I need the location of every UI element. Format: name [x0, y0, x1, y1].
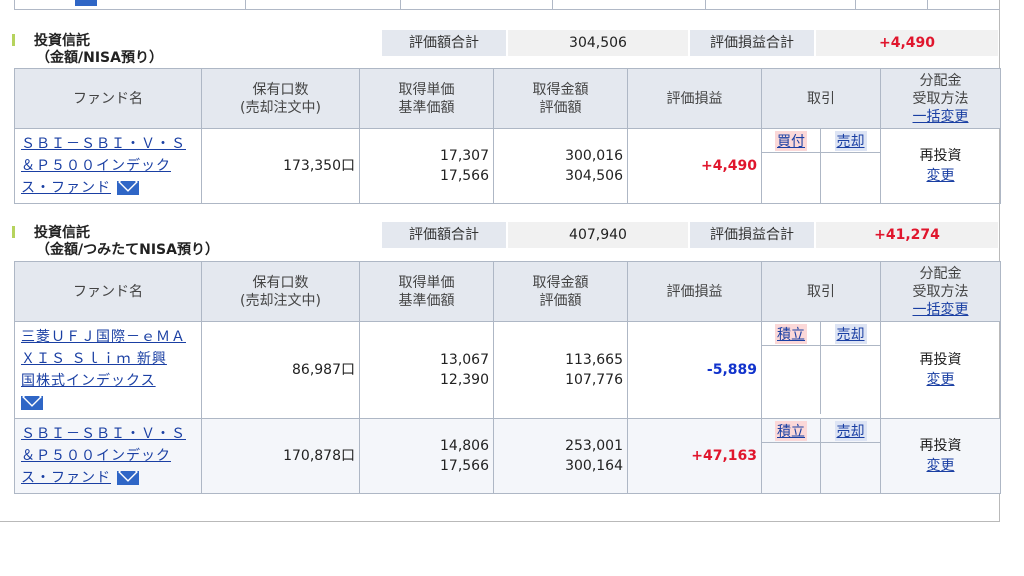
- col-quantity: 保有口数 (売却注文中): [201, 261, 360, 322]
- profit-loss-cell: +47,163: [627, 418, 762, 494]
- col-profit-loss: 評価損益: [627, 68, 762, 129]
- mail-icon[interactable]: [117, 471, 139, 485]
- bulk-change-link[interactable]: 一括変更: [913, 109, 969, 125]
- profit-loss-cell: -5,889: [627, 321, 762, 419]
- fund-name-cell: ＳＢＩ－ＳＢＩ・Ｖ・Ｓ ＆Ｐ５００インデック ス・ファンド: [14, 418, 202, 494]
- sell-button[interactable]: 売却: [834, 131, 867, 151]
- pl-total-value: +41,274: [816, 222, 998, 248]
- quantity-cell: 173,350口: [201, 128, 360, 204]
- table-row: 三菱ＵＦＪ国際－ｅＭＡ ＸＩＳ Ｓｌｉｍ 新興 国株式インデックス 86,987口 …: [14, 321, 1001, 419]
- table-row: ＳＢＩ－ＳＢＩ・Ｖ・Ｓ ＆Ｐ５００インデック ス・ファンド 170,878口 14,…: [14, 418, 1001, 494]
- col-quantity: 保有口数 (売却注文中): [201, 68, 360, 129]
- mail-icon[interactable]: [117, 181, 139, 195]
- fund-name-link[interactable]: ＳＢＩ－ＳＢＩ・Ｖ・Ｓ ＆Ｐ５００インデック ス・ファンド: [21, 136, 186, 196]
- col-fund-name: ファンド名: [14, 261, 202, 322]
- accumulate-button[interactable]: 積立: [775, 324, 807, 344]
- buy-button[interactable]: 買付: [775, 131, 807, 151]
- quantity-cell: 170,878口: [201, 418, 360, 494]
- eval-total-label: 評価額合計: [382, 222, 506, 248]
- trade-cell: 積立 売却: [761, 321, 881, 419]
- col-fund-name: ファンド名: [14, 68, 202, 129]
- mail-icon[interactable]: [21, 396, 43, 410]
- change-link[interactable]: 変更: [927, 372, 955, 388]
- section-subtitle: （金額/つみたてNISA預り）: [36, 242, 219, 258]
- col-unit-price: 取得単価 基準価額: [359, 68, 494, 129]
- eval-total-label: 評価額合計: [382, 30, 506, 56]
- sell-button[interactable]: 売却: [834, 324, 867, 344]
- col-distribution: 分配金 受取方法 一括変更: [880, 261, 1001, 322]
- distribution-cell: 再投資 変更: [880, 321, 1001, 419]
- fund-name-cell: 三菱ＵＦＪ国際－ｅＭＡ ＸＩＳ Ｓｌｉｍ 新興 国株式インデックス: [14, 321, 202, 419]
- pl-total-label: 評価損益合計: [690, 30, 814, 56]
- change-link[interactable]: 変更: [927, 168, 955, 184]
- unit-price-cell: 13,067 12,390: [359, 321, 494, 419]
- section-header-nisa: 投資信託 （金額/NISA預り） 評価額合計 304,506 評価損益合計 +4…: [12, 30, 1002, 66]
- previous-table-row-fragment: [14, 0, 1000, 10]
- sell-button[interactable]: 売却: [834, 421, 867, 441]
- table-header-row: ファンド名 保有口数 (売却注文中) 取得単価 基準価額 取得金額 評価額 評価損益 …: [14, 261, 1001, 322]
- col-amount: 取得金額 評価額: [493, 261, 628, 322]
- mail-icon: [75, 0, 97, 6]
- fund-name-link[interactable]: ＳＢＩ－ＳＢＩ・Ｖ・Ｓ ＆Ｐ５００インデック ス・ファンド: [21, 426, 186, 486]
- trade-cell: 買付 売却: [761, 128, 881, 204]
- amount-cell: 113,665 107,776: [493, 321, 628, 419]
- pl-total-label: 評価損益合計: [690, 222, 814, 248]
- section-header-tsumitate-nisa: 投資信託 （金額/つみたてNISA預り） 評価額合計 407,940 評価損益合…: [12, 222, 1002, 258]
- eval-total-value: 304,506: [508, 30, 688, 56]
- fund-table-tsumitate-nisa: ファンド名 保有口数 (売却注文中) 取得単価 基準価額 取得金額 評価額 評価損益 …: [14, 261, 1001, 494]
- table-row: ＳＢＩ－ＳＢＩ・Ｖ・Ｓ ＆Ｐ５００インデック ス・ファンド 173,350口 17,…: [14, 128, 1001, 204]
- table-header-row: ファンド名 保有口数 (売却注文中) 取得単価 基準価額 取得金額 評価額 評価損益 …: [14, 68, 1001, 129]
- distribution-cell: 再投資 変更: [880, 128, 1001, 204]
- fund-table-nisa: ファンド名 保有口数 (売却注文中) 取得単価 基準価額 取得金額 評価額 評価損益 …: [14, 68, 1001, 204]
- change-link[interactable]: 変更: [927, 458, 955, 474]
- unit-price-cell: 17,307 17,566: [359, 128, 494, 204]
- unit-price-cell: 14,806 17,566: [359, 418, 494, 494]
- col-trade: 取引: [761, 68, 881, 129]
- section-marker: [12, 226, 15, 238]
- col-trade: 取引: [761, 261, 881, 322]
- quantity-cell: 86,987口: [201, 321, 360, 419]
- pl-total-value: +4,490: [816, 30, 998, 56]
- bulk-change-link[interactable]: 一括変更: [913, 302, 969, 318]
- col-amount: 取得金額 評価額: [493, 68, 628, 129]
- distribution-cell: 再投資 変更: [880, 418, 1001, 494]
- fund-name-link[interactable]: 三菱ＵＦＪ国際－ｅＭＡ ＸＩＳ Ｓｌｉｍ 新興 国株式インデックス: [21, 329, 186, 389]
- col-distribution: 分配金 受取方法 一括変更: [880, 68, 1001, 129]
- section-subtitle: （金額/NISA預り）: [36, 50, 163, 66]
- trade-cell: 積立 売却: [761, 418, 881, 494]
- profit-loss-cell: +4,490: [627, 128, 762, 204]
- col-profit-loss: 評価損益: [627, 261, 762, 322]
- eval-total-value: 407,940: [508, 222, 688, 248]
- fund-name-cell: ＳＢＩ－ＳＢＩ・Ｖ・Ｓ ＆Ｐ５００インデック ス・ファンド: [14, 128, 202, 204]
- amount-cell: 253,001 300,164: [493, 418, 628, 494]
- section-marker: [12, 34, 15, 46]
- accumulate-button[interactable]: 積立: [775, 421, 807, 441]
- col-unit-price: 取得単価 基準価額: [359, 261, 494, 322]
- amount-cell: 300,016 304,506: [493, 128, 628, 204]
